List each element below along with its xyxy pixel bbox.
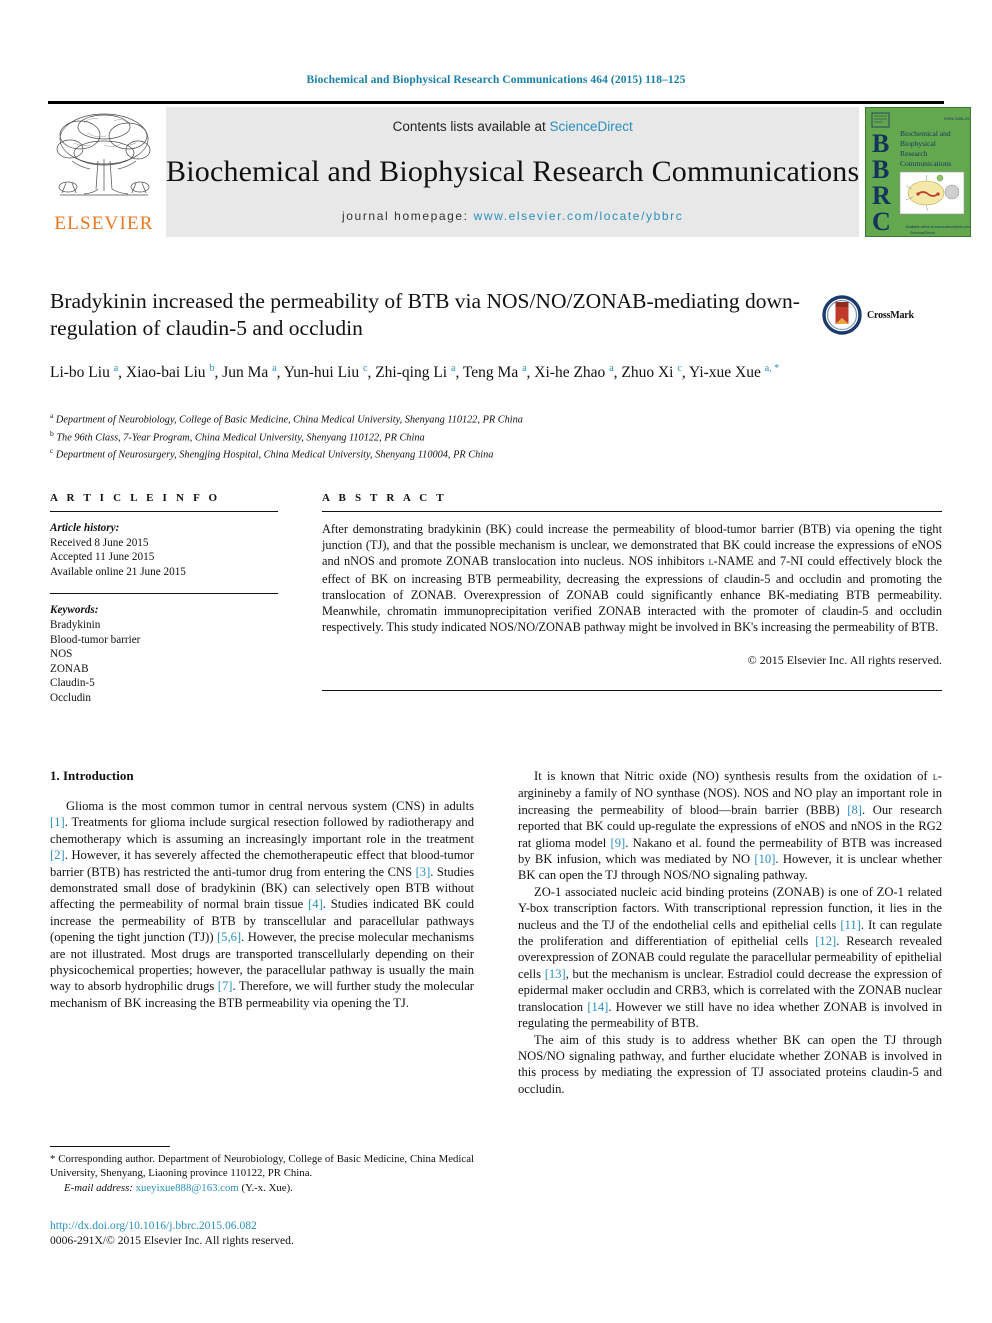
doi-link[interactable]: http://dx.doi.org/10.1016/j.bbrc.2015.06… bbox=[50, 1218, 550, 1233]
affiliation-text: Department of Neurosurgery, Shengjing Ho… bbox=[55, 449, 494, 461]
keyword-item: Occludin bbox=[50, 691, 92, 704]
svg-text:ISSN 0006-291X: ISSN 0006-291X bbox=[944, 116, 970, 121]
body-columns: 1. Introduction Glioma is the most commo… bbox=[50, 768, 942, 1097]
paragraph: Glioma is the most common tumor in centr… bbox=[50, 799, 475, 1010]
page-footer: http://dx.doi.org/10.1016/j.bbrc.2015.06… bbox=[50, 1218, 550, 1248]
affiliation-marker: a bbox=[50, 411, 54, 420]
abstract-heading: A B S T R A C T bbox=[322, 492, 447, 504]
citation-link[interactable]: [9] bbox=[611, 836, 626, 850]
citation-link[interactable]: [4] bbox=[308, 897, 323, 911]
crossmark-badge[interactable]: CrossMark bbox=[822, 292, 942, 338]
citation-link[interactable]: [5,6] bbox=[217, 930, 241, 944]
divider bbox=[50, 511, 278, 512]
keyword-item: NOS bbox=[50, 648, 73, 661]
affiliation-list: a Department of Neurobiology, College of… bbox=[50, 409, 750, 462]
contents-prefix: Contents lists available at bbox=[392, 119, 550, 134]
svg-text:Available online at www.scienc: Available online at www.sciencedirect.co… bbox=[906, 225, 970, 229]
section-heading-introduction: 1. Introduction bbox=[50, 768, 134, 783]
paragraph: It is known that Nitric oxide (NO) synth… bbox=[518, 769, 942, 883]
journal-cover-thumbnail: ISSN 0006-291X B B R C Biochemical and B… bbox=[865, 107, 972, 237]
keyword-item: Blood-tumor barrier bbox=[50, 633, 141, 646]
running-head: Biochemical and Biophysical Research Com… bbox=[306, 74, 686, 86]
svg-text:Research: Research bbox=[900, 149, 928, 158]
affiliation-marker: b bbox=[50, 428, 54, 438]
citation-link[interactable]: [3] bbox=[416, 865, 431, 879]
paragraph: ZO-1 associated nucleic acid binding pro… bbox=[518, 884, 942, 1031]
citation-link[interactable]: [7] bbox=[218, 979, 233, 993]
divider bbox=[322, 690, 942, 692]
citation-link[interactable]: [11] bbox=[840, 918, 861, 932]
issn-copyright-line: 0006-291X/© 2015 Elsevier Inc. All right… bbox=[50, 1234, 294, 1247]
svg-text:B: B bbox=[872, 129, 889, 158]
abstract-copyright: © 2015 Elsevier Inc. All rights reserved… bbox=[747, 653, 942, 668]
homepage-link[interactable]: www.elsevier.com/locate/ybbrc bbox=[474, 209, 684, 223]
divider bbox=[50, 593, 278, 595]
article-info-heading: A R T I C L E I N F O bbox=[50, 492, 221, 504]
citation-link[interactable]: [13] bbox=[545, 967, 566, 981]
divider bbox=[322, 511, 942, 512]
journal-homepage-line: journal homepage: www.elsevier.com/locat… bbox=[342, 209, 683, 223]
affiliation-item: c Department of Neurosurgery, Shengjing … bbox=[50, 444, 750, 462]
svg-text:R: R bbox=[872, 181, 891, 210]
email-owner: (Y.-x. Xue). bbox=[241, 1182, 293, 1194]
abstract-column: A B S T R A C T After demonstrating brad… bbox=[322, 492, 942, 706]
affiliation-marker: c bbox=[50, 446, 54, 456]
history-item: Received 8 June 2015 bbox=[50, 536, 149, 549]
title-block: Bradykinin increased the permeability of… bbox=[50, 288, 810, 384]
affiliation-item: a Department of Neurobiology, College of… bbox=[50, 409, 750, 427]
journal-title: Biochemical and Biophysical Research Com… bbox=[166, 154, 860, 188]
affiliation-text: Department of Neurobiology, College of B… bbox=[55, 414, 523, 426]
author-list: Li-bo Liu a, Xiao-bai Liu b, Jun Ma a, Y… bbox=[50, 363, 780, 382]
journal-masthead: ELSEVIER Contents lists available at Sci… bbox=[48, 101, 972, 237]
paragraph: The aim of this study is to address whet… bbox=[518, 1032, 942, 1096]
svg-text:Communications: Communications bbox=[900, 159, 951, 168]
svg-text:ScienceDirect: ScienceDirect bbox=[910, 230, 936, 235]
svg-text:Biochemical and: Biochemical and bbox=[900, 129, 951, 138]
paper-page: Biochemical and Biophysical Research Com… bbox=[0, 0, 992, 1323]
keyword-item: ZONAB bbox=[50, 662, 89, 675]
citation-link[interactable]: [1] bbox=[50, 815, 65, 829]
sciencedirect-link[interactable]: ScienceDirect bbox=[549, 119, 632, 134]
divider bbox=[50, 1146, 170, 1147]
affiliation-text: The 96th Class, 7-Year Program, China Me… bbox=[56, 432, 425, 444]
crossmark-label: CrossMark bbox=[867, 309, 914, 321]
body-column-left: 1. Introduction Glioma is the most commo… bbox=[50, 768, 474, 1097]
homepage-prefix: journal homepage: bbox=[342, 209, 474, 223]
affiliation-item: b The 96th Class, 7-Year Program, China … bbox=[50, 427, 750, 445]
keywords-label: Keywords: bbox=[50, 604, 99, 617]
crossmark-icon bbox=[822, 295, 862, 335]
masthead-center: Contents lists available at ScienceDirec… bbox=[166, 107, 860, 237]
svg-text:B: B bbox=[872, 155, 889, 184]
citation-link[interactable]: [10] bbox=[754, 852, 775, 866]
history-item: Available online 21 June 2015 bbox=[50, 565, 186, 578]
svg-text:Biophysical: Biophysical bbox=[900, 139, 936, 148]
citation-link[interactable]: [12] bbox=[815, 934, 836, 948]
citation-link[interactable]: [8] bbox=[847, 803, 862, 817]
abstract-text: After demonstrating bradykinin (BK) coul… bbox=[322, 522, 942, 635]
corresponding-author-text: * Corresponding author. Department of Ne… bbox=[50, 1153, 474, 1179]
cover-artwork-icon: ISSN 0006-291X B B R C Biochemical and B… bbox=[866, 108, 971, 236]
email-line: E-mail address: xueyixue888@163.com (Y.-… bbox=[50, 1181, 474, 1195]
svg-text:C: C bbox=[872, 207, 891, 236]
body-column-right: It is known that Nitric oxide (NO) synth… bbox=[518, 768, 942, 1097]
email-link[interactable]: xueyixue888@163.com bbox=[136, 1182, 239, 1194]
page-title: Bradykinin increased the permeability of… bbox=[50, 289, 800, 340]
citation-link[interactable]: [14] bbox=[587, 1000, 608, 1014]
citation-link[interactable]: [2] bbox=[50, 848, 65, 862]
keyword-item: Bradykinin bbox=[50, 618, 101, 631]
article-history-label: Article history: bbox=[50, 522, 120, 534]
elsevier-wordmark: ELSEVIER bbox=[54, 213, 154, 234]
history-item: Accepted 11 June 2015 bbox=[50, 551, 155, 564]
corresponding-author-footnote: * Corresponding author. Department of Ne… bbox=[50, 1146, 474, 1195]
article-history-group: Article history: Received 8 June 2015 Ac… bbox=[50, 521, 278, 579]
info-abstract-section: A R T I C L E I N F O Article history: R… bbox=[50, 492, 942, 706]
elsevier-logo: ELSEVIER bbox=[48, 107, 160, 237]
article-info-column: A R T I C L E I N F O Article history: R… bbox=[50, 492, 278, 706]
keyword-item: Claudin-5 bbox=[50, 677, 95, 690]
elsevier-tree-icon bbox=[56, 113, 151, 196]
email-label: E-mail address: bbox=[64, 1182, 133, 1194]
keywords-group: Keywords: Bradykinin Blood-tumor barrier… bbox=[50, 603, 278, 705]
contents-available-line: Contents lists available at ScienceDirec… bbox=[393, 119, 633, 134]
